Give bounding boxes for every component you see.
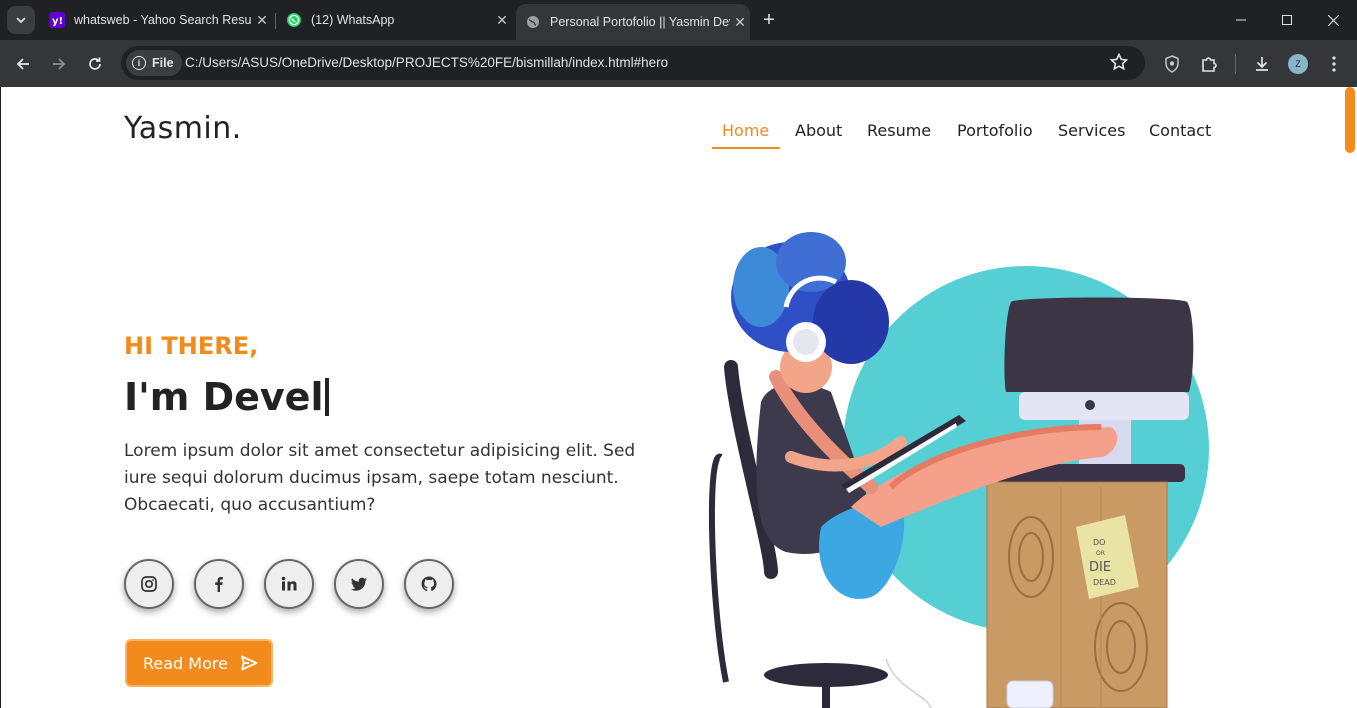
read-more-label: Read More xyxy=(143,653,228,673)
minimize-icon xyxy=(1236,19,1246,21)
tab-title: Personal Portofolio || Yasmin Dev xyxy=(550,15,730,29)
note-line-3: DIE xyxy=(1089,560,1111,575)
github-icon xyxy=(421,576,437,592)
facebook-link[interactable] xyxy=(194,559,244,609)
shield-extension-icon[interactable] xyxy=(1159,51,1185,77)
tab-search-button[interactable] xyxy=(7,6,35,34)
chevron-down-icon xyxy=(16,17,26,24)
reload-button[interactable] xyxy=(82,51,108,77)
nav-contact[interactable]: Contact xyxy=(1149,121,1211,140)
note-line-2: OR xyxy=(1096,550,1105,557)
typed-text: I'm Devel xyxy=(124,375,324,419)
tab-title: (12) WhatsApp xyxy=(311,13,395,27)
nav-about[interactable]: About xyxy=(795,121,842,140)
tab-whatsapp[interactable]: (12) WhatsApp ✕ xyxy=(277,4,512,36)
yahoo-icon: y! xyxy=(49,12,65,28)
hero-illustration: DO OR DIE DEAD xyxy=(708,232,1209,708)
back-button[interactable] xyxy=(10,51,36,77)
instagram-link[interactable] xyxy=(124,559,174,609)
close-tab-icon[interactable]: ✕ xyxy=(492,10,512,30)
desk-base xyxy=(986,481,1168,708)
whatsapp-icon xyxy=(286,12,302,28)
forward-button[interactable] xyxy=(46,51,72,77)
facebook-icon xyxy=(215,577,223,592)
scheme-label: File xyxy=(152,56,174,70)
nav-home[interactable]: Home xyxy=(722,121,769,140)
tab-portfolio-active[interactable]: Personal Portofolio || Yasmin Dev ✕ xyxy=(516,4,750,40)
close-tab-icon[interactable]: ✕ xyxy=(730,12,750,32)
extensions-puzzle-icon[interactable] xyxy=(1196,51,1222,77)
new-tab-button[interactable]: + xyxy=(758,9,780,31)
power-outlet xyxy=(1006,680,1054,708)
twitter-icon xyxy=(351,577,367,591)
url-text[interactable]: C:/Users/ASUS/OneDrive/Desktop/PROJECTS%… xyxy=(185,55,668,70)
nav-services[interactable]: Services xyxy=(1058,121,1125,140)
hero-greeting: HI THERE, xyxy=(124,332,259,360)
scrollbar-thumb[interactable] xyxy=(1345,87,1355,153)
github-link[interactable] xyxy=(404,559,454,609)
linkedin-link[interactable] xyxy=(264,559,314,609)
page-viewport: Yasmin. Home About Resume Portofolio Ser… xyxy=(0,87,1357,708)
read-more-button[interactable]: Read More xyxy=(125,639,273,687)
profile-avatar[interactable]: Z xyxy=(1288,54,1308,74)
close-window-button[interactable] xyxy=(1310,0,1356,40)
maximize-icon xyxy=(1282,15,1292,25)
toolbar-divider xyxy=(1235,54,1236,74)
page-scrollbar[interactable] xyxy=(1343,87,1357,708)
bookmark-star-icon[interactable] xyxy=(1109,52,1131,74)
tab-yahoo[interactable]: y! whatsweb - Yahoo Search Results ✕ xyxy=(40,4,272,36)
svg-text:y!: y! xyxy=(52,16,63,26)
twitter-link[interactable] xyxy=(334,559,384,609)
arrow-right-icon xyxy=(53,58,66,70)
info-icon: i xyxy=(132,56,146,70)
tab-divider xyxy=(275,13,276,29)
minimize-window-button[interactable] xyxy=(1218,0,1264,40)
maximize-window-button[interactable] xyxy=(1264,0,1310,40)
globe-icon xyxy=(525,14,541,30)
tab-strip: y! whatsweb - Yahoo Search Results ✕ (12… xyxy=(0,0,1357,40)
downloads-icon[interactable] xyxy=(1249,51,1275,77)
address-bar[interactable]: i File C:/Users/ASUS/OneDrive/Desktop/PR… xyxy=(121,46,1145,80)
close-icon xyxy=(1327,14,1339,26)
site-info-chip[interactable]: i File xyxy=(126,50,182,76)
hero-headline: I'm Devel xyxy=(124,375,330,419)
note-line-4: DEAD xyxy=(1093,578,1116,587)
reload-icon xyxy=(89,57,101,70)
note-line-1: DO xyxy=(1093,538,1105,547)
browser-toolbar: i File C:/Users/ASUS/OneDrive/Desktop/PR… xyxy=(0,40,1357,87)
instagram-icon xyxy=(141,576,157,592)
typing-cursor xyxy=(325,378,330,416)
close-tab-icon[interactable]: ✕ xyxy=(252,10,272,30)
nav-active-indicator xyxy=(712,147,780,149)
tab-title: whatsweb - Yahoo Search Results xyxy=(74,13,252,27)
nav-portofolio[interactable]: Portofolio xyxy=(957,121,1033,140)
more-menu-icon[interactable] xyxy=(1321,51,1347,77)
main-nav: Home About Resume Portofolio Services Co… xyxy=(1,121,1357,151)
linkedin-icon xyxy=(281,576,297,591)
nav-resume[interactable]: Resume xyxy=(867,121,931,140)
hero-bio: Lorem ipsum dolor sit amet consectetur a… xyxy=(124,441,636,515)
arrow-left-icon xyxy=(16,58,29,70)
send-icon xyxy=(241,655,258,671)
